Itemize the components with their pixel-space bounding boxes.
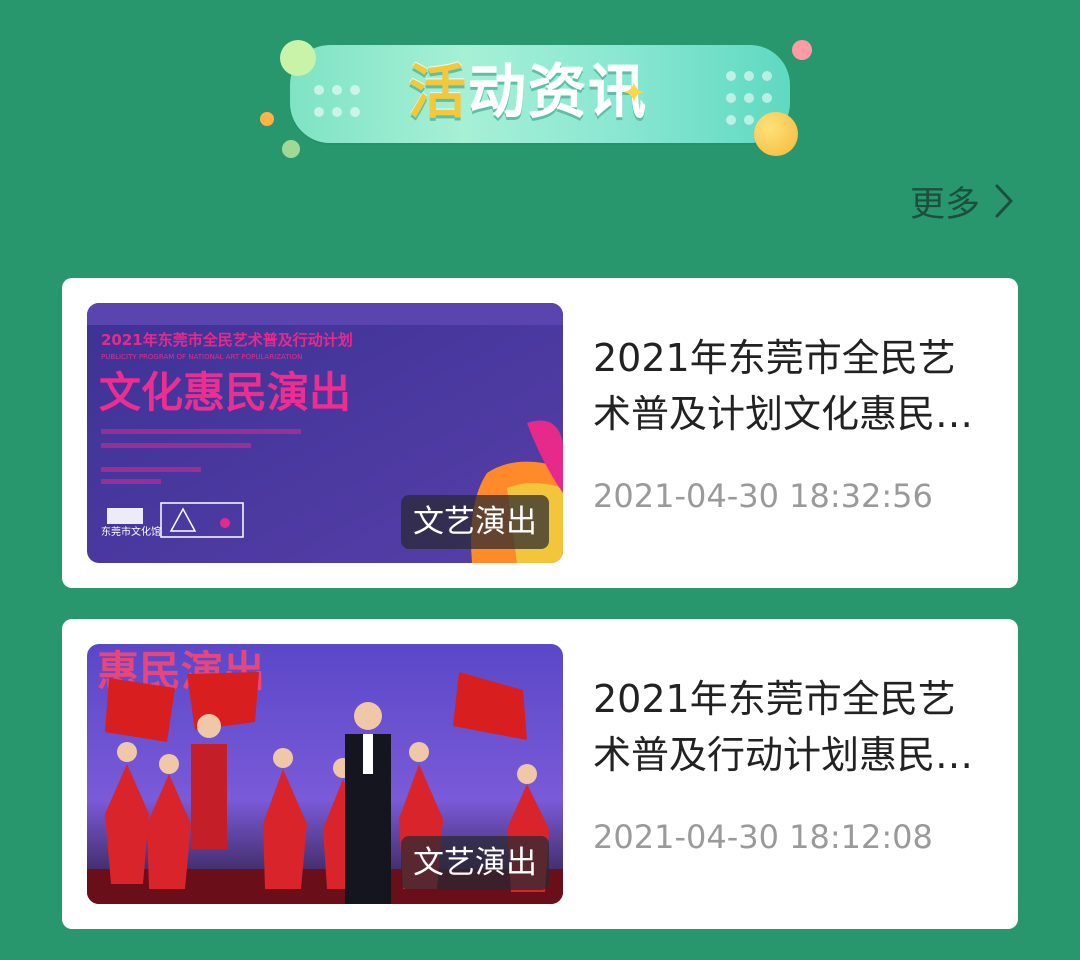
bubble-decoration bbox=[792, 40, 812, 60]
poster-subline: PUBLICITY PROGRAM OF NATIONAL ART POPULA… bbox=[101, 353, 302, 361]
article-card[interactable]: 惠民演出 文艺演出 2021年东莞市全民艺术普及行动计划惠民演 2021-04-… bbox=[62, 619, 1018, 929]
article-card[interactable]: 2021年东莞市全民艺术普及行动计划 PUBLICITY PROGRAM OF … bbox=[62, 278, 1018, 588]
article-title: 2021年东莞市全民艺术普及行动计划惠民演出 bbox=[593, 677, 974, 777]
bubble-decoration bbox=[754, 112, 798, 156]
bubble-decoration bbox=[260, 112, 274, 126]
poster-org: 东莞市文化馆 bbox=[101, 525, 161, 538]
article-thumbnail: 2021年东莞市全民艺术普及行动计划 PUBLICITY PROGRAM OF … bbox=[87, 303, 563, 563]
article-date: 2021-04-30 18:32:56 bbox=[593, 477, 933, 515]
poster-main-title: 文化惠民演出 bbox=[99, 368, 351, 417]
category-tag: 文艺演出 bbox=[401, 836, 549, 890]
banner-dots-left bbox=[310, 81, 364, 125]
more-label: 更多 bbox=[909, 184, 980, 225]
article-thumbnail: 惠民演出 文艺演出 bbox=[87, 644, 563, 904]
more-link[interactable]: 更多 bbox=[909, 178, 1014, 225]
article-title: 2021年东莞市全民艺术普及计划文化惠民演出 bbox=[593, 336, 974, 436]
poster-headline: 2021年东莞市全民艺术普及行动计划 bbox=[101, 331, 353, 349]
sparkle-icon: ✦ bbox=[621, 76, 647, 111]
section-title: 活动资讯 bbox=[408, 58, 649, 126]
article-date: 2021-04-30 18:12:08 bbox=[593, 818, 933, 856]
chevron-right-icon bbox=[995, 184, 1013, 218]
category-tag: 文艺演出 bbox=[401, 495, 549, 549]
bubble-decoration bbox=[282, 140, 300, 158]
bubble-decoration bbox=[280, 40, 316, 76]
